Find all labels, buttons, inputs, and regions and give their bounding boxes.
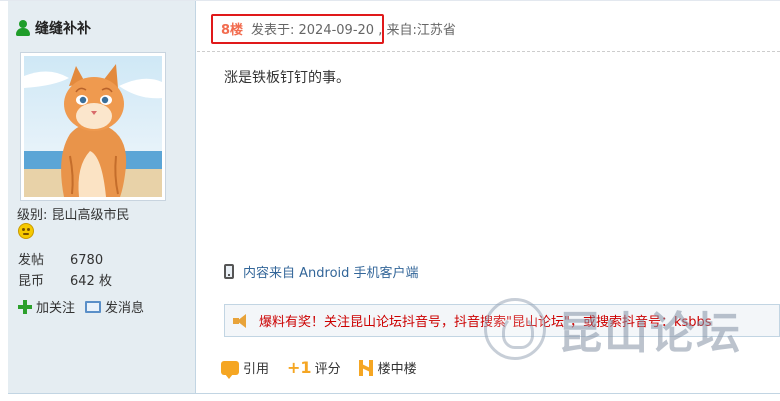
forum-post: 缝缝补补 级别: 昆山高级市民 发帖 6780 昆币 642 枚 加关注 发消息… [0, 0, 780, 401]
user-header: 缝缝补补 [16, 18, 91, 38]
message-icon [85, 300, 102, 313]
post-separator [8, 393, 780, 401]
stat-label: 发帖 [18, 253, 45, 268]
floor-in-floor-label: 楼中楼 [377, 362, 417, 377]
stat-label: 昆币 [18, 274, 45, 289]
stat-value: 642 枚 [70, 274, 112, 289]
post-body: 8楼 发表于: 2024-09-20 , 来自:江苏省 涨是铁板钉钉的事。 内容… [197, 1, 780, 393]
quote-label: 引用 [243, 362, 270, 377]
client-source[interactable]: 内容来自 Android 手机客户端 [224, 262, 419, 281]
send-message-button[interactable]: 发消息 [85, 297, 144, 316]
level-emoji-icon [18, 223, 34, 239]
quote-icon [221, 360, 239, 379]
avatar[interactable] [20, 52, 166, 201]
stat-coins: 昆币 642 枚 [18, 270, 112, 289]
floor-in-floor-button[interactable]: 楼中楼 [358, 358, 417, 377]
stat-value[interactable]: 6780 [70, 253, 103, 268]
speaker-icon [233, 313, 251, 328]
post-actions: 引用 +1 评分 楼中楼 [221, 358, 435, 379]
follow-button[interactable]: 加关注 [18, 297, 75, 316]
announcement-text: 爆料有奖！关注昆山论坛抖音号，抖音搜索"昆山论坛"，或搜索抖音号：ksbbs [259, 315, 712, 330]
user-level: 级别: 昆山高级市民 [17, 208, 130, 223]
plus-one-icon: +1 [287, 357, 312, 377]
client-source-label: 内容来自 Android 手机客户端 [243, 266, 419, 281]
online-user-icon [16, 20, 30, 36]
plus-icon [18, 299, 32, 314]
rate-label: 评分 [314, 362, 341, 377]
post-content: 涨是铁板钉钉的事。 [224, 70, 350, 86]
username[interactable]: 缝缝补补 [35, 18, 91, 38]
rate-button[interactable]: +1 评分 [287, 358, 341, 377]
mobile-phone-icon [224, 264, 234, 279]
floor-number[interactable]: 8楼 [221, 19, 243, 38]
user-actions: 加关注 发消息 [18, 297, 154, 316]
stat-posts: 发帖 6780 [18, 249, 103, 268]
follow-label: 加关注 [36, 301, 76, 316]
message-label: 发消息 [105, 301, 145, 316]
announcement-bar[interactable]: 爆料有奖！关注昆山论坛抖音号，抖音搜索"昆山论坛"，或搜索抖音号：ksbbs [224, 304, 780, 337]
post-meta: 发表于: 2024-09-20 , 来自:江苏省 [251, 23, 456, 38]
quote-button[interactable]: 引用 [221, 358, 270, 379]
cat-avatar-image [24, 56, 162, 197]
building-icon [358, 359, 373, 376]
